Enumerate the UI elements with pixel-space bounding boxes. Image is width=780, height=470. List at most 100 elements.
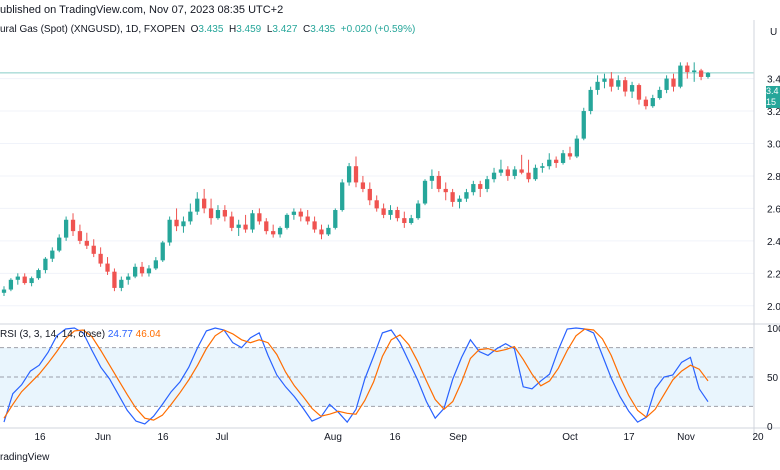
price-tick-label: 2.0 [767, 302, 780, 313]
candle-body [519, 169, 524, 173]
candle-body [222, 210, 228, 217]
candle-body [77, 231, 83, 241]
current-price-tag: 3.4 15 [766, 86, 780, 108]
candle-body [574, 138, 580, 157]
candle-body [229, 216, 234, 228]
price-tick-label: 2.4 [767, 237, 780, 248]
time-tick-label: Nov [677, 432, 695, 443]
time-tick-label: 16 [34, 432, 46, 443]
candle-body [671, 78, 676, 87]
candle-body [153, 260, 158, 269]
candle-body [284, 214, 290, 228]
candle-body [132, 266, 138, 277]
price-tick-label: 2.8 [767, 172, 780, 183]
oscillator-tick-label: 100 [767, 324, 780, 335]
candle-body [22, 276, 27, 284]
candle-body [657, 89, 662, 99]
footer-brand: radingView [0, 452, 50, 463]
oscillator-name[interactable]: RSI (3, 3, 14, 14, close) [0, 329, 105, 340]
chart-canvas[interactable]: 3.4 3.2 3.0 2.8 2.6 2.4 2.2 2.0 100 50 0 16 Jun 16 Jul… [0, 0, 780, 450]
candle-body [547, 159, 552, 167]
candle-body [126, 276, 131, 280]
candle-body [63, 219, 69, 238]
candle-body [429, 175, 435, 181]
candle-body [367, 188, 372, 201]
candle-body [312, 221, 317, 230]
candle-body [415, 203, 421, 219]
candle-body [705, 72, 711, 77]
candle-body [602, 78, 607, 82]
candle-body [554, 159, 559, 163]
candle-body [160, 242, 165, 261]
candle-body [257, 213, 262, 222]
candle-body [471, 184, 476, 193]
candle-body [271, 231, 276, 235]
candle-body [505, 169, 510, 176]
candle-body [43, 258, 48, 271]
price-tag-value: 3.4 [766, 86, 779, 96]
candle-body [484, 179, 490, 189]
candle-body [436, 175, 441, 189]
candle-body [215, 210, 221, 219]
candle-body [422, 180, 428, 204]
candle-body [50, 250, 55, 259]
candle-body [623, 80, 628, 92]
time-tick-label: Sep [449, 432, 467, 443]
time-tick-label: Aug [324, 432, 342, 443]
candle-body [664, 78, 669, 90]
candle-body [464, 192, 469, 199]
candle-body [478, 184, 483, 189]
candle-body [636, 85, 642, 100]
candle-body [146, 268, 152, 274]
oscillator-legend: RSI (3, 3, 14, 14, close) 24.77 46.04 [0, 329, 161, 340]
oscillator-k-value: 24.77 [107, 329, 133, 340]
candle-body [609, 78, 614, 87]
candle-body [29, 278, 34, 284]
time-tick-label: Oct [562, 432, 578, 443]
candle-body [84, 240, 89, 246]
price-grid [0, 72, 754, 307]
time-tick-label: 17 [623, 432, 635, 443]
candle-body [388, 210, 393, 215]
candle-body [540, 166, 545, 168]
candle-body [139, 266, 145, 274]
time-tick-label: 20 [752, 432, 764, 443]
candle-body [195, 198, 200, 212]
candle-body [374, 200, 379, 209]
price-tag-countdown: 15 [766, 97, 777, 107]
candle-body [443, 188, 448, 193]
time-tick-label: 16 [389, 432, 401, 443]
candle-body [595, 81, 600, 90]
time-tick-label: Jul [216, 432, 229, 443]
candle-body [629, 85, 635, 92]
candle-body [381, 208, 386, 215]
candle-body [8, 279, 14, 290]
candle-body [291, 211, 297, 215]
candle-body [650, 98, 655, 107]
candle-body [57, 237, 62, 251]
price-tick-label: 2.6 [767, 204, 780, 215]
candle-body [685, 65, 690, 73]
price-tick-label: 3.4 [767, 75, 780, 86]
price-tick-label: 3.2 [767, 107, 780, 118]
candle-body [360, 182, 366, 189]
candle-body [181, 221, 186, 227]
candle-body [167, 219, 172, 243]
candle-body [91, 245, 96, 254]
candle-body [678, 65, 683, 87]
candle-body [533, 167, 538, 180]
price-tick-label: 2.2 [767, 269, 780, 280]
candle-body [491, 172, 497, 180]
candle-body [692, 70, 697, 73]
candle-body [70, 219, 76, 232]
candle-body [346, 166, 352, 183]
candle-body [15, 276, 20, 280]
oscillator-tick-label: 0 [767, 422, 773, 433]
candle-body [277, 227, 283, 235]
candle-body [643, 99, 649, 107]
candle-body [353, 166, 359, 183]
candle-body [340, 182, 345, 211]
candle-body [526, 172, 531, 180]
candle-body [188, 211, 193, 222]
candle-body [36, 270, 41, 279]
